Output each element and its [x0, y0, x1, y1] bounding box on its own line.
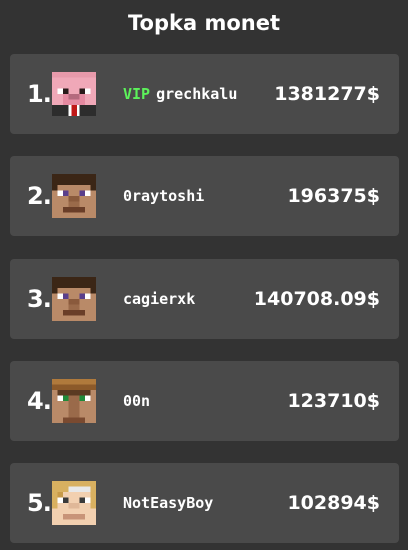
leaderboard-row-1: 1. VIP grechkalu 1381277$ [10, 54, 399, 134]
rank-number: 2. [27, 182, 52, 210]
player-money: 123710$ [287, 390, 380, 412]
player-money: 196375$ [287, 185, 380, 207]
player-name: cagierxk [123, 290, 196, 308]
leaderboard-row-2: 2. 0raytoshi 196375$ [10, 156, 399, 236]
blonde-skin-icon [52, 481, 96, 525]
player-name: 00n [123, 392, 151, 410]
player-name-text: grechkalu [156, 85, 238, 103]
villager-skin-icon [52, 379, 96, 423]
rank-number: 1. [27, 80, 52, 108]
pig-skin-icon [52, 72, 96, 116]
rank-number: 3. [27, 285, 52, 313]
player-name: 0raytoshi [123, 187, 205, 205]
player-name: NotEasyBoy [123, 494, 214, 512]
steve-skin-icon [52, 277, 96, 321]
player-name: VIP grechkalu [123, 85, 237, 103]
rank-number: 4. [27, 387, 52, 415]
rank-number: 5. [27, 489, 52, 517]
leaderboard-row-4: 4. 00n 123710$ [10, 361, 399, 441]
player-money: 102894$ [287, 492, 380, 514]
vip-badge: VIP [123, 85, 151, 103]
steve-skin-icon [52, 174, 96, 218]
leaderboard-row-3: 3. cagierxk 140708.09$ [10, 259, 399, 339]
page-title: Topka monet [128, 11, 280, 35]
leaderboard-row-5: 5. NotEasyBoy 102894$ [10, 463, 399, 543]
player-money: 1381277$ [274, 83, 380, 105]
player-money: 140708.09$ [253, 288, 380, 310]
